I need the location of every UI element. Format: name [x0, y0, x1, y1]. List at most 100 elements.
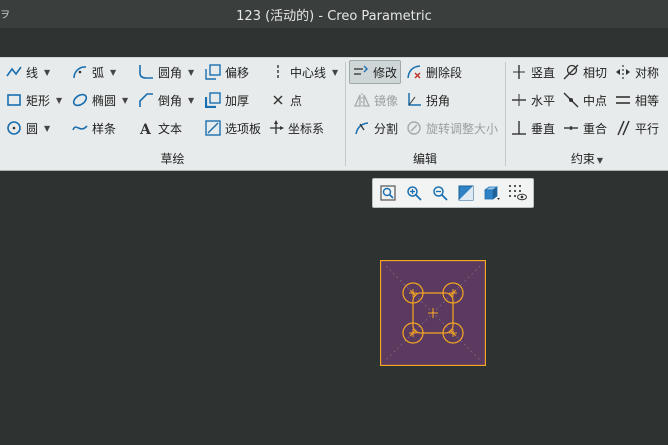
coincident-icon: [563, 120, 579, 136]
thicken-label: 加厚: [225, 93, 250, 108]
rotate-resize-icon: [406, 120, 422, 136]
thicken-icon: [205, 92, 221, 108]
corner-button[interactable]: 拐角: [406, 89, 450, 111]
symmetric-icon: [615, 64, 631, 80]
offset-icon: [205, 64, 221, 80]
parallel-icon: [615, 120, 631, 136]
divide-icon: [354, 120, 370, 136]
fillet-icon: [138, 64, 154, 80]
chamfer-button[interactable]: 倒角 ▼: [138, 89, 194, 111]
centerline-label: 中心线: [290, 65, 327, 80]
thicken-button[interactable]: 加厚: [205, 89, 249, 111]
text-icon: A: [138, 120, 154, 136]
chamfer-label: 倒角: [158, 93, 183, 108]
palette-label: 选项板: [225, 121, 262, 136]
coordsys-button[interactable]: 坐标系: [268, 117, 324, 139]
text-label: 文本: [158, 121, 183, 136]
palette-icon: [205, 120, 221, 136]
arc-label: 弧: [92, 65, 105, 80]
ellipse-label: 椭圆: [92, 93, 117, 108]
repaint-button[interactable]: [455, 182, 477, 204]
midpoint-icon: [563, 92, 579, 108]
view-toolbar: [372, 178, 534, 208]
caret-down-icon[interactable]: ▼: [188, 68, 194, 77]
mirror-button[interactable]: 镜像: [354, 89, 398, 111]
offset-label: 偏移: [225, 65, 250, 80]
spline-icon: [72, 120, 88, 136]
midpoint-button[interactable]: 中点: [563, 89, 607, 111]
rotate-resize-button[interactable]: 旋转调整大小: [406, 117, 498, 139]
sketch-preview[interactable]: [380, 260, 486, 366]
tangent-icon: [563, 64, 579, 80]
refit-button[interactable]: [377, 182, 399, 204]
text-button[interactable]: A 文本: [138, 117, 182, 139]
ellipse-button[interactable]: 椭圆 ▼: [72, 89, 128, 111]
perpendicular-icon: [511, 120, 527, 136]
line-button[interactable]: 线 ▼: [6, 61, 50, 83]
coordsys-label: 坐标系: [288, 121, 325, 136]
modify-label: 修改: [373, 65, 398, 80]
perpendicular-button[interactable]: 垂直: [511, 117, 555, 139]
point-label: 点: [290, 93, 303, 108]
line-icon: [6, 64, 22, 80]
constraint-group: 竖直 相切 对称 水平 中点 相等 垂直 重合 平行 约束 ▼: [506, 58, 668, 170]
corner-icon: [406, 92, 422, 108]
ribbon: 线 ▼ 弧 ▼ 圆角 ▼ 偏移 中心线 ▼ 矩形 ▼ 椭圆 ▼ 倒角 ▼ 加厚 …: [0, 57, 668, 171]
zoom-out-button[interactable]: [429, 182, 451, 204]
caret-down-icon[interactable]: ▼: [56, 96, 62, 105]
modify-button[interactable]: 修改: [349, 60, 402, 84]
coincident-label: 重合: [583, 121, 608, 136]
parallel-label: 平行: [635, 121, 660, 136]
spline-button[interactable]: 样条: [72, 117, 116, 139]
circle-label: 圆: [26, 121, 39, 136]
parallel-button[interactable]: 平行: [615, 117, 659, 139]
modify-icon: [353, 64, 369, 80]
equal-button[interactable]: 相等: [615, 89, 659, 111]
arc-button[interactable]: 弧 ▼: [72, 61, 116, 83]
svg-text:A: A: [139, 122, 152, 136]
rectangle-button[interactable]: 矩形 ▼: [6, 89, 62, 111]
arc-icon: [72, 64, 88, 80]
circle-icon: [6, 120, 22, 136]
edit-group: 修改 删除段 镜像 拐角 分割 旋转调整大小 编辑: [346, 58, 504, 170]
circle-button[interactable]: 圆 ▼: [6, 117, 50, 139]
caret-down-icon[interactable]: ▼: [332, 68, 338, 77]
offset-button[interactable]: 偏移: [205, 61, 249, 83]
caret-down-icon[interactable]: ▼: [44, 124, 50, 133]
caret-down-icon[interactable]: ▼: [110, 68, 116, 77]
zoom-in-button[interactable]: [403, 182, 425, 204]
rectangle-label: 矩形: [26, 93, 51, 108]
caret-down-icon[interactable]: ▼: [44, 68, 50, 77]
sketch-display-filter-button[interactable]: [507, 182, 529, 204]
tangent-button[interactable]: 相切: [563, 61, 607, 83]
caret-down-icon[interactable]: ▼: [188, 96, 194, 105]
caret-down-icon[interactable]: ▼: [122, 96, 128, 105]
equal-icon: [615, 92, 631, 108]
sketch-group: 线 ▼ 弧 ▼ 圆角 ▼ 偏移 中心线 ▼ 矩形 ▼ 椭圆 ▼ 倒角 ▼ 加厚 …: [0, 58, 345, 170]
fillet-button[interactable]: 圆角 ▼: [138, 61, 194, 83]
point-icon: [270, 92, 286, 108]
perpendicular-label: 垂直: [531, 121, 556, 136]
symmetric-button[interactable]: 对称: [615, 61, 659, 83]
vertical-button[interactable]: 竖直: [511, 61, 555, 83]
window-menu-glyph[interactable]: ヲ: [0, 6, 10, 21]
coincident-button[interactable]: 重合: [563, 117, 607, 139]
divide-button[interactable]: 分割: [354, 117, 398, 139]
grid-eye-icon: [509, 185, 527, 201]
line-label: 线: [26, 65, 39, 80]
graphics-window[interactable]: [0, 170, 668, 445]
mirror-label: 镜像: [374, 93, 399, 108]
edit-group-title: 编辑: [412, 152, 437, 166]
sketch-group-title: 草绘: [160, 152, 185, 166]
horizontal-button[interactable]: 水平: [511, 89, 555, 111]
delete-segment-icon: [406, 64, 422, 80]
caret-down-icon: ▼: [596, 156, 604, 165]
display-style-button[interactable]: [481, 182, 503, 204]
tab-strip: [0, 28, 668, 57]
centerline-button[interactable]: 中心线 ▼: [270, 61, 338, 83]
constraint-group-title[interactable]: 约束 ▼: [506, 150, 668, 167]
point-button[interactable]: 点: [270, 89, 302, 111]
vertical-icon: [511, 64, 527, 80]
palette-button[interactable]: 选项板: [205, 117, 261, 139]
delete-segment-button[interactable]: 删除段: [406, 61, 462, 83]
